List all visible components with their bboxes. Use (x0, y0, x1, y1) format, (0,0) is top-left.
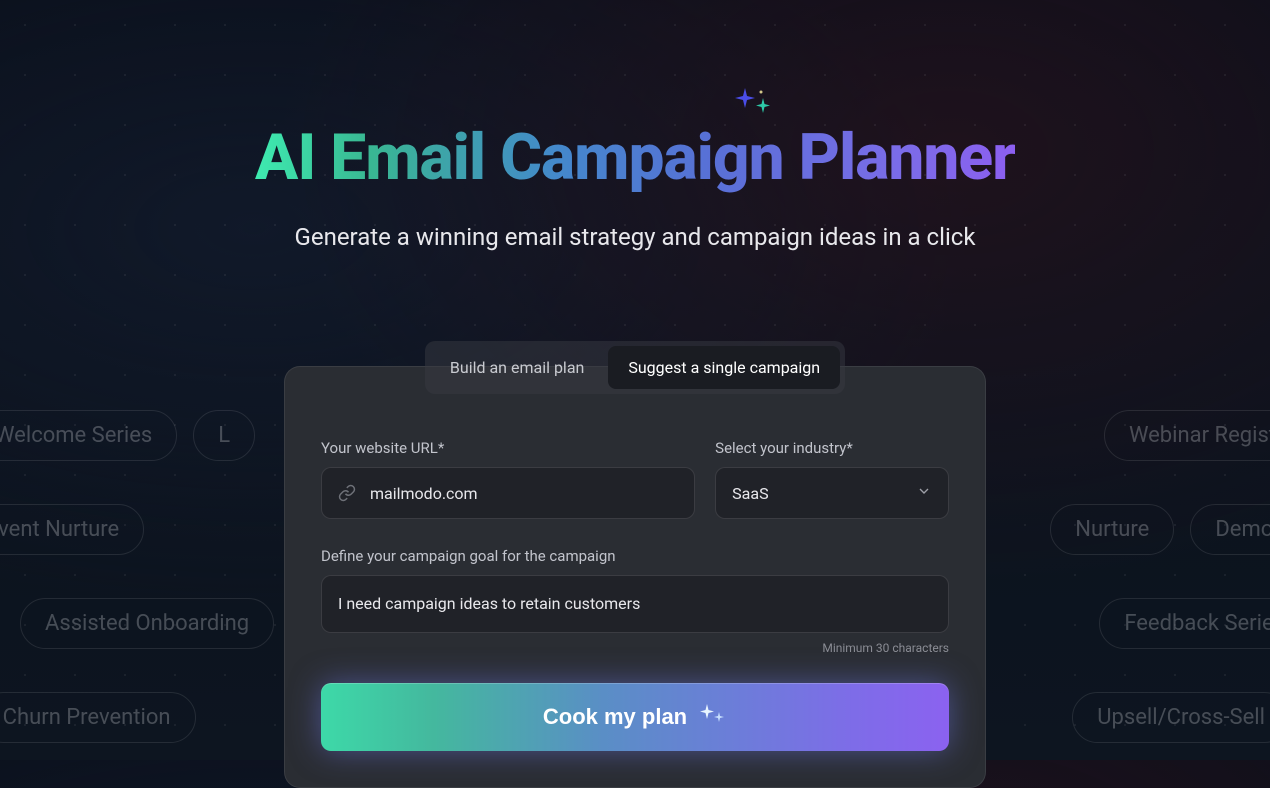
tab-build-plan[interactable]: Build an email plan (430, 346, 604, 389)
industry-value: SaaS (732, 484, 916, 503)
url-label: Your website URL* (321, 439, 695, 457)
goal-hint: Minimum 30 characters (321, 641, 949, 655)
form-card: Your website URL* Select your industry* … (284, 366, 986, 788)
goal-input[interactable] (338, 592, 932, 616)
industry-label: Select your industry* (715, 439, 949, 457)
submit-label: Cook my plan (543, 704, 687, 730)
link-icon (338, 484, 356, 502)
goal-label: Define your campaign goal for the campai… (321, 547, 949, 565)
tab-suggest-campaign[interactable]: Suggest a single campaign (608, 346, 840, 389)
chevron-down-icon (916, 483, 932, 503)
sparkle-icon (699, 702, 727, 732)
goal-input-wrapper[interactable] (321, 575, 949, 633)
page-title: AI Email Campaign Planner (255, 120, 1015, 195)
url-input-wrapper[interactable] (321, 467, 695, 519)
url-input[interactable] (370, 484, 678, 503)
page-subtitle: Generate a winning email strategy and ca… (295, 223, 976, 251)
sparkle-icon (735, 88, 775, 128)
tabs: Build an email plan Suggest a single cam… (425, 341, 845, 394)
industry-select[interactable]: SaaS (715, 467, 949, 519)
cook-plan-button[interactable]: Cook my plan (321, 683, 949, 751)
